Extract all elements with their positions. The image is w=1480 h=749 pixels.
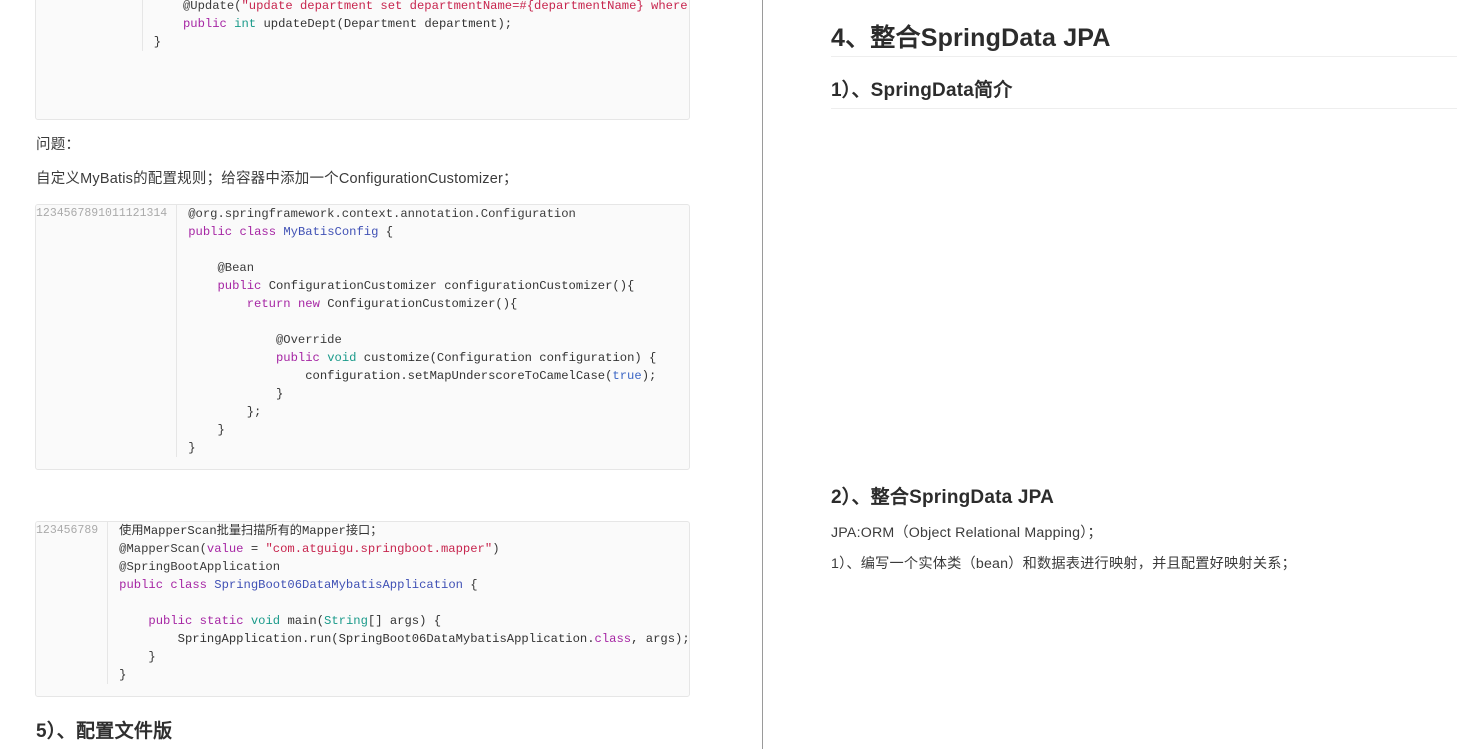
heading-integrate-springdata-jpa: 2）、整合SpringData JPA	[831, 487, 1055, 508]
paragraph-entity-mapping: 1）、编写一个实体类（bean）和数据表进行映射，并且配置好映射关系；	[831, 556, 1296, 572]
section-heading-config-file-version: 5）、配置文件版	[36, 721, 173, 742]
heading-rule	[831, 108, 1457, 109]
code-block-mapper-interface: 11121314151617 @Options(useGeneratedKeys…	[35, 0, 690, 120]
page-title: 4、整合SpringData JPA	[831, 24, 1111, 52]
title-rule	[831, 56, 1457, 57]
document-page: 11121314151617 @Options(useGeneratedKeys…	[0, 0, 1480, 749]
heading-springdata-intro: 1）、SpringData简介	[831, 80, 1013, 101]
code-content: 使用MapperScan批量扫描所有的Mapper接口； @MapperScan(…	[119, 524, 690, 682]
code-gutter: 123456789	[36, 522, 109, 684]
code-gutter: 11121314151617	[36, 0, 143, 51]
code-gutter: 1234567891011121314	[36, 205, 178, 457]
left-page-column: 11121314151617 @Options(useGeneratedKeys…	[0, 0, 762, 749]
code-block-mapper-scan: 123456789 使用MapperScan批量扫描所有的Mapper接口； @M…	[35, 521, 690, 697]
code-content: @Options(useGeneratedKeys = true,keyProp…	[153, 0, 688, 49]
question-body: 自定义MyBatis的配置规则；给容器中添加一个ConfigurationCus…	[36, 171, 518, 187]
paragraph-jpa-orm: JPA:ORM（Object Relational Mapping）；	[831, 525, 1102, 541]
code-block-mybatis-config: 1234567891011121314 @org.springframework…	[35, 204, 690, 470]
question-label: 问题：	[36, 137, 81, 153]
code-content: @org.springframework.context.annotation.…	[188, 207, 657, 455]
right-page-column: 4、整合SpringData JPA 1）、SpringData简介 2）、整合…	[763, 0, 1480, 749]
